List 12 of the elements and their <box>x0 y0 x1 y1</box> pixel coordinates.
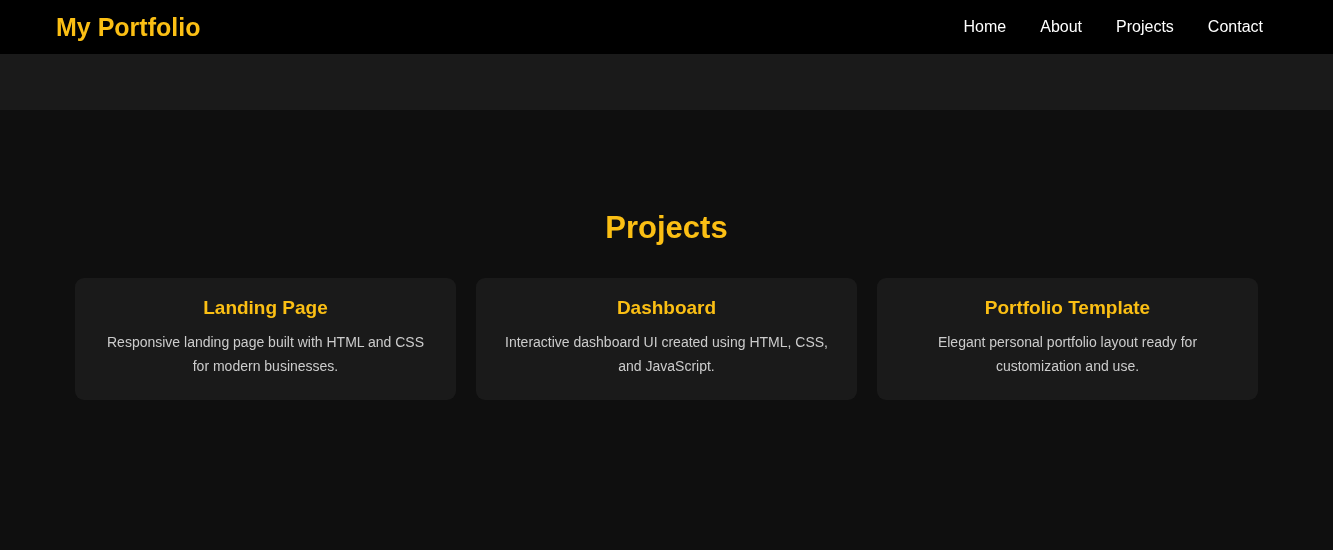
nav-link[interactable]: Home <box>963 18 1007 36</box>
site-logo[interactable]: My Portfolio <box>56 12 201 42</box>
card-title: Portfolio Template <box>983 297 1152 319</box>
card-description: Interactive dashboard UI created using HTML, CSS, and JavaScript. <box>504 333 829 376</box>
card-title: Landing Page <box>202 297 329 319</box>
section-title: Projects <box>604 210 729 246</box>
nav-link[interactable]: Projects <box>1116 18 1174 36</box>
card-description: Responsive landing page built with HTML and CSS for modern businesses. <box>106 333 425 376</box>
card-description: Elegant personal portfolio layout ready for customization and use. <box>936 333 1199 376</box>
nav-link[interactable]: Contact <box>1207 18 1263 36</box>
card-title: Dashboard <box>615 297 718 319</box>
nav-link[interactable]: About <box>1040 18 1083 36</box>
